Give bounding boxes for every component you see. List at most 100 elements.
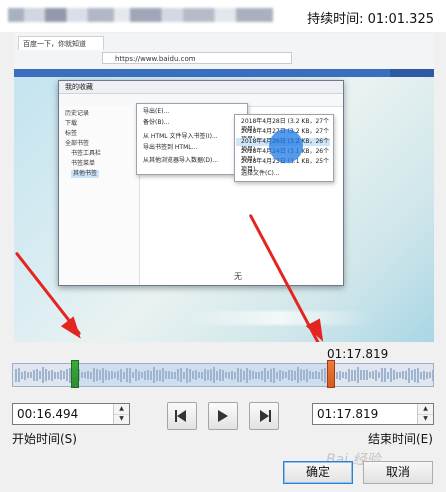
waveform-bar	[195, 370, 197, 380]
waveform-bar	[174, 371, 176, 379]
end-time-spinner[interactable]: 01:17.819 ▲ ▼	[312, 403, 434, 425]
waveform-bar	[249, 370, 251, 380]
waveform-bar	[372, 371, 374, 379]
waveform-bar	[138, 370, 140, 380]
waveform-bar	[45, 369, 47, 381]
waveform-bar	[423, 370, 425, 380]
preview-menu-item: 备份(B)...	[143, 119, 170, 126]
waveform-bar	[132, 372, 134, 378]
waveform-bar	[261, 370, 263, 380]
waveform-bar	[342, 372, 344, 378]
waveform-bar	[183, 371, 185, 379]
waveform-bar	[360, 370, 362, 380]
waveform-bar	[312, 371, 314, 379]
end-marker-handle[interactable]	[327, 360, 335, 388]
start-time-spin-buttons: ▲ ▼	[113, 404, 129, 424]
preview-browser-chrome: 百度一下，你就知道 https://www.baidu.com	[14, 33, 434, 70]
waveform-bar	[309, 371, 311, 379]
waveform-bar	[159, 369, 161, 381]
preview-tree-item: 全部书签	[65, 140, 90, 147]
waveform-bar	[303, 370, 305, 380]
waveform-bar	[228, 371, 230, 379]
blurred-window-title	[8, 8, 273, 22]
waveform-bar	[210, 369, 212, 381]
preview-menu-item: 导出(E)...	[143, 108, 170, 115]
skip-back-icon	[175, 410, 186, 422]
ok-button[interactable]: 确定	[283, 461, 353, 484]
waveform-bar	[390, 368, 392, 382]
waveform-bar	[318, 371, 320, 379]
spin-down-icon[interactable]: ▼	[114, 414, 129, 424]
end-marker-time: 01:17.819	[327, 347, 389, 361]
waveform-bar	[405, 370, 407, 380]
waveform-bar	[162, 368, 164, 382]
waveform-bar	[114, 372, 116, 378]
waveform-bar	[54, 371, 56, 379]
waveform-bar	[129, 367, 131, 383]
start-marker-handle[interactable]	[71, 360, 79, 388]
waveform-bar	[366, 370, 368, 380]
waveform-bar	[387, 371, 389, 379]
waveform-bar	[216, 370, 218, 380]
waveform-bar	[336, 371, 338, 379]
waveform-bar	[171, 371, 173, 379]
waveform-bar	[378, 372, 380, 378]
waveform-bar	[105, 370, 107, 380]
waveform-bar	[87, 371, 89, 379]
waveform-bar	[297, 367, 299, 383]
waveform-bar	[123, 371, 125, 379]
waveform-bar	[351, 369, 353, 381]
start-time-spinner[interactable]: 00:16.494 ▲ ▼	[12, 403, 130, 425]
waveform-bar	[291, 369, 293, 381]
waveform-bar	[357, 367, 359, 383]
preview-import-menu: 导出(E)... 备份(B)... 从 HTML 文件导入书签(I)... 导出…	[136, 103, 248, 175]
duration-label: 持续时间: 01:01.325	[307, 12, 434, 27]
end-time-value[interactable]: 01:17.819	[317, 406, 378, 422]
waveform-bar	[429, 372, 431, 378]
waveform-bar	[81, 372, 83, 378]
waveform-bar	[39, 371, 41, 379]
preview-tree-item: 标签	[65, 130, 78, 137]
waveform-bar	[153, 367, 155, 383]
waveform-bar	[30, 372, 32, 378]
waveform-bar	[369, 372, 371, 378]
waveform-bar	[186, 367, 188, 383]
waveform-bar	[93, 368, 95, 382]
waveform-bar	[399, 372, 401, 378]
spin-down-icon[interactable]: ▼	[418, 414, 433, 424]
waveform-bar	[426, 371, 428, 379]
previous-frame-button[interactable]	[167, 402, 197, 430]
waveform-bar	[168, 371, 170, 379]
waveform-bar	[192, 371, 194, 379]
waveform-bar	[288, 370, 290, 380]
title-bar: 持续时间: 01:01.325	[0, 0, 446, 32]
red-arrow-left-head-icon	[60, 316, 88, 342]
waveform-bar	[381, 368, 383, 382]
play-button[interactable]	[208, 402, 238, 430]
waveform-bar	[204, 369, 206, 381]
waveform-bar	[18, 368, 20, 382]
waveform-bar	[264, 368, 266, 382]
waveform-bar	[165, 371, 167, 379]
waveform-bar	[267, 371, 269, 379]
waveform-bar	[432, 369, 433, 381]
preview-tree-item: 书签菜单	[71, 160, 96, 167]
next-frame-button[interactable]	[249, 402, 279, 430]
waveform-bar	[258, 371, 260, 379]
waveform-bar	[120, 368, 122, 382]
cancel-button[interactable]: 取消	[363, 461, 433, 484]
waveform-bar	[237, 368, 239, 382]
preview-tree-item-selected: 其他书签	[71, 170, 100, 178]
preview-menu-item: 从 HTML 文件导入书签(I)...	[143, 133, 218, 140]
waveform-bar	[150, 370, 152, 380]
start-time-value[interactable]: 00:16.494	[17, 406, 78, 422]
waveform-bar	[90, 371, 92, 379]
waveform-bar	[180, 368, 182, 382]
waveform-bar	[375, 369, 377, 381]
waveform-bar	[300, 369, 302, 381]
skip-forward-icon	[260, 410, 271, 422]
waveform-bar	[126, 368, 128, 382]
waveform-bar	[420, 371, 422, 379]
waveform-bar	[57, 371, 59, 379]
waveform-bar	[201, 371, 203, 379]
